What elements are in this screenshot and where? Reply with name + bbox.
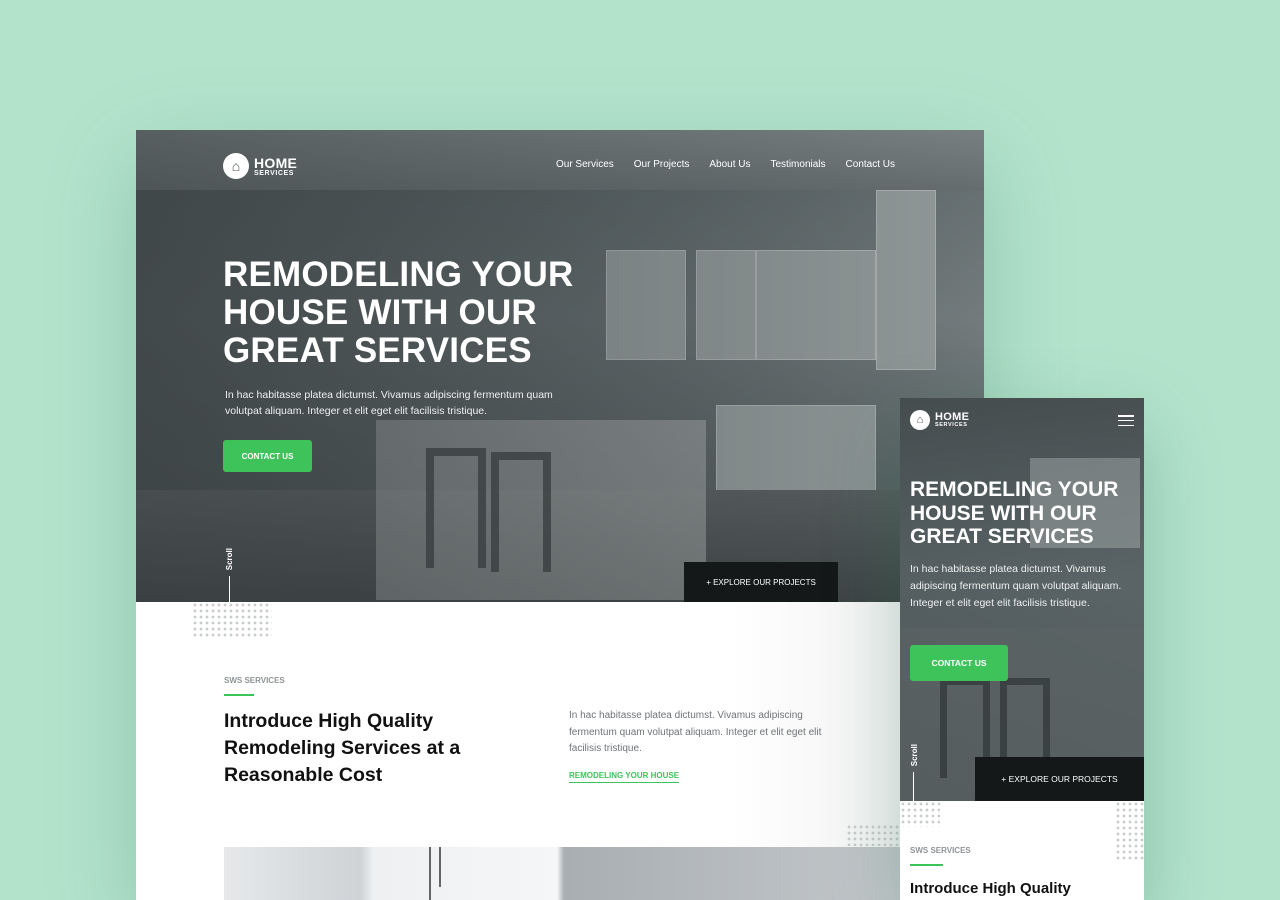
services-title: Introduce High Quality Remodeling Servic… (224, 710, 461, 786)
desktop-mockup: ⌂ HOME SERVICES Our Services Our Project… (136, 130, 984, 900)
mobile-explore-projects-button[interactable]: + EXPLORE OUR PROJECTS (975, 757, 1144, 801)
nav-our-services[interactable]: Our Services (556, 159, 614, 170)
dot-pattern (1115, 801, 1144, 861)
mobile-scroll-indicator-label[interactable]: Scroll (910, 744, 919, 766)
hamburger-icon[interactable] (1118, 415, 1134, 426)
brand-name: HOME (254, 154, 298, 171)
dot-pattern (846, 824, 904, 846)
main-nav: Our Services Our Projects About Us Testi… (556, 159, 895, 170)
light-fixture (429, 847, 431, 900)
dot-pattern (900, 801, 940, 827)
nav-contact-us[interactable]: Contact Us (846, 159, 895, 170)
services-eyebrow: SWS SERVICES (224, 676, 285, 685)
scroll-indicator-line (229, 576, 230, 602)
services-section: SWS SERVICES Introduce High Quality Remo… (136, 602, 984, 900)
services-description: In hac habitasse platea dictumst. Vivamu… (569, 710, 822, 754)
hero-title: REMODELING YOUR HOUSE WITH OUR GREAT SER… (223, 255, 574, 370)
nav-testimonials[interactable]: Testimonials (771, 159, 826, 170)
explore-projects-button[interactable]: + EXPLORE OUR PROJECTS (684, 562, 838, 602)
contact-us-button[interactable]: CONTACT US (223, 440, 312, 472)
project-photo (224, 847, 904, 900)
brand-logo[interactable]: ⌂ HOME SERVICES (910, 410, 969, 430)
mobile-hero-section: ⌂ HOME SERVICES REMODELING YOUR HOUSE WI… (900, 398, 1144, 801)
mobile-mockup: ⌂ HOME SERVICES REMODELING YOUR HOUSE WI… (900, 398, 1144, 900)
hero-section: ⌂ HOME SERVICES Our Services Our Project… (136, 130, 984, 602)
hero-description: In hac habitasse platea dictumst. Vivamu… (225, 389, 553, 417)
brand-tagline: SERVICES (935, 421, 968, 428)
dot-pattern (192, 602, 272, 638)
eyebrow-accent-bar (910, 864, 943, 866)
brand-logo[interactable]: ⌂ HOME SERVICES (223, 153, 297, 179)
mobile-contact-us-button[interactable]: CONTACT US (910, 645, 1008, 681)
nav-our-projects[interactable]: Our Projects (634, 159, 690, 170)
house-icon: ⌂ (910, 410, 930, 430)
eyebrow-accent-bar (224, 694, 254, 696)
scroll-indicator-line (913, 772, 914, 801)
mobile-hero-title: REMODELING YOUR HOUSE WITH OUR GREAT SER… (910, 478, 1119, 548)
mobile-services-title: Introduce High Quality (910, 880, 1071, 897)
house-icon: ⌂ (223, 153, 249, 179)
scroll-indicator-label[interactable]: Scroll (225, 548, 234, 570)
nav-about-us[interactable]: About Us (709, 159, 750, 170)
brand-tagline: SERVICES (254, 169, 295, 177)
light-fixture (439, 847, 441, 887)
remodeling-link[interactable]: REMODELING YOUR HOUSE (569, 771, 680, 783)
mobile-hero-description: In hac habitasse platea dictumst. Vivamu… (910, 563, 1122, 609)
mobile-services-eyebrow: SWS SERVICES (910, 846, 971, 855)
